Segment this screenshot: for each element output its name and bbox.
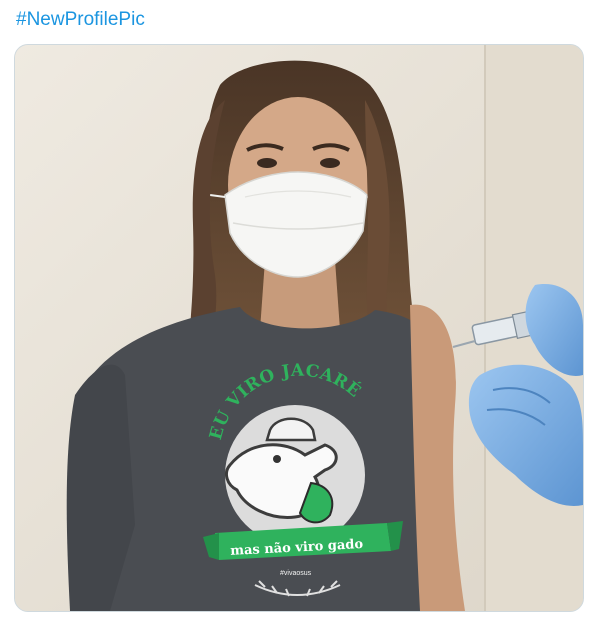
photo-illustration: EU VIRO JACARÉ mas não viro gado #vivaos…: [15, 45, 583, 611]
profile-photo[interactable]: EU VIRO JACARÉ mas não viro gado #vivaos…: [14, 44, 584, 612]
hashtag-link[interactable]: #NewProfilePic: [16, 8, 145, 32]
shirt-tag: #vivaosus: [280, 570, 312, 577]
